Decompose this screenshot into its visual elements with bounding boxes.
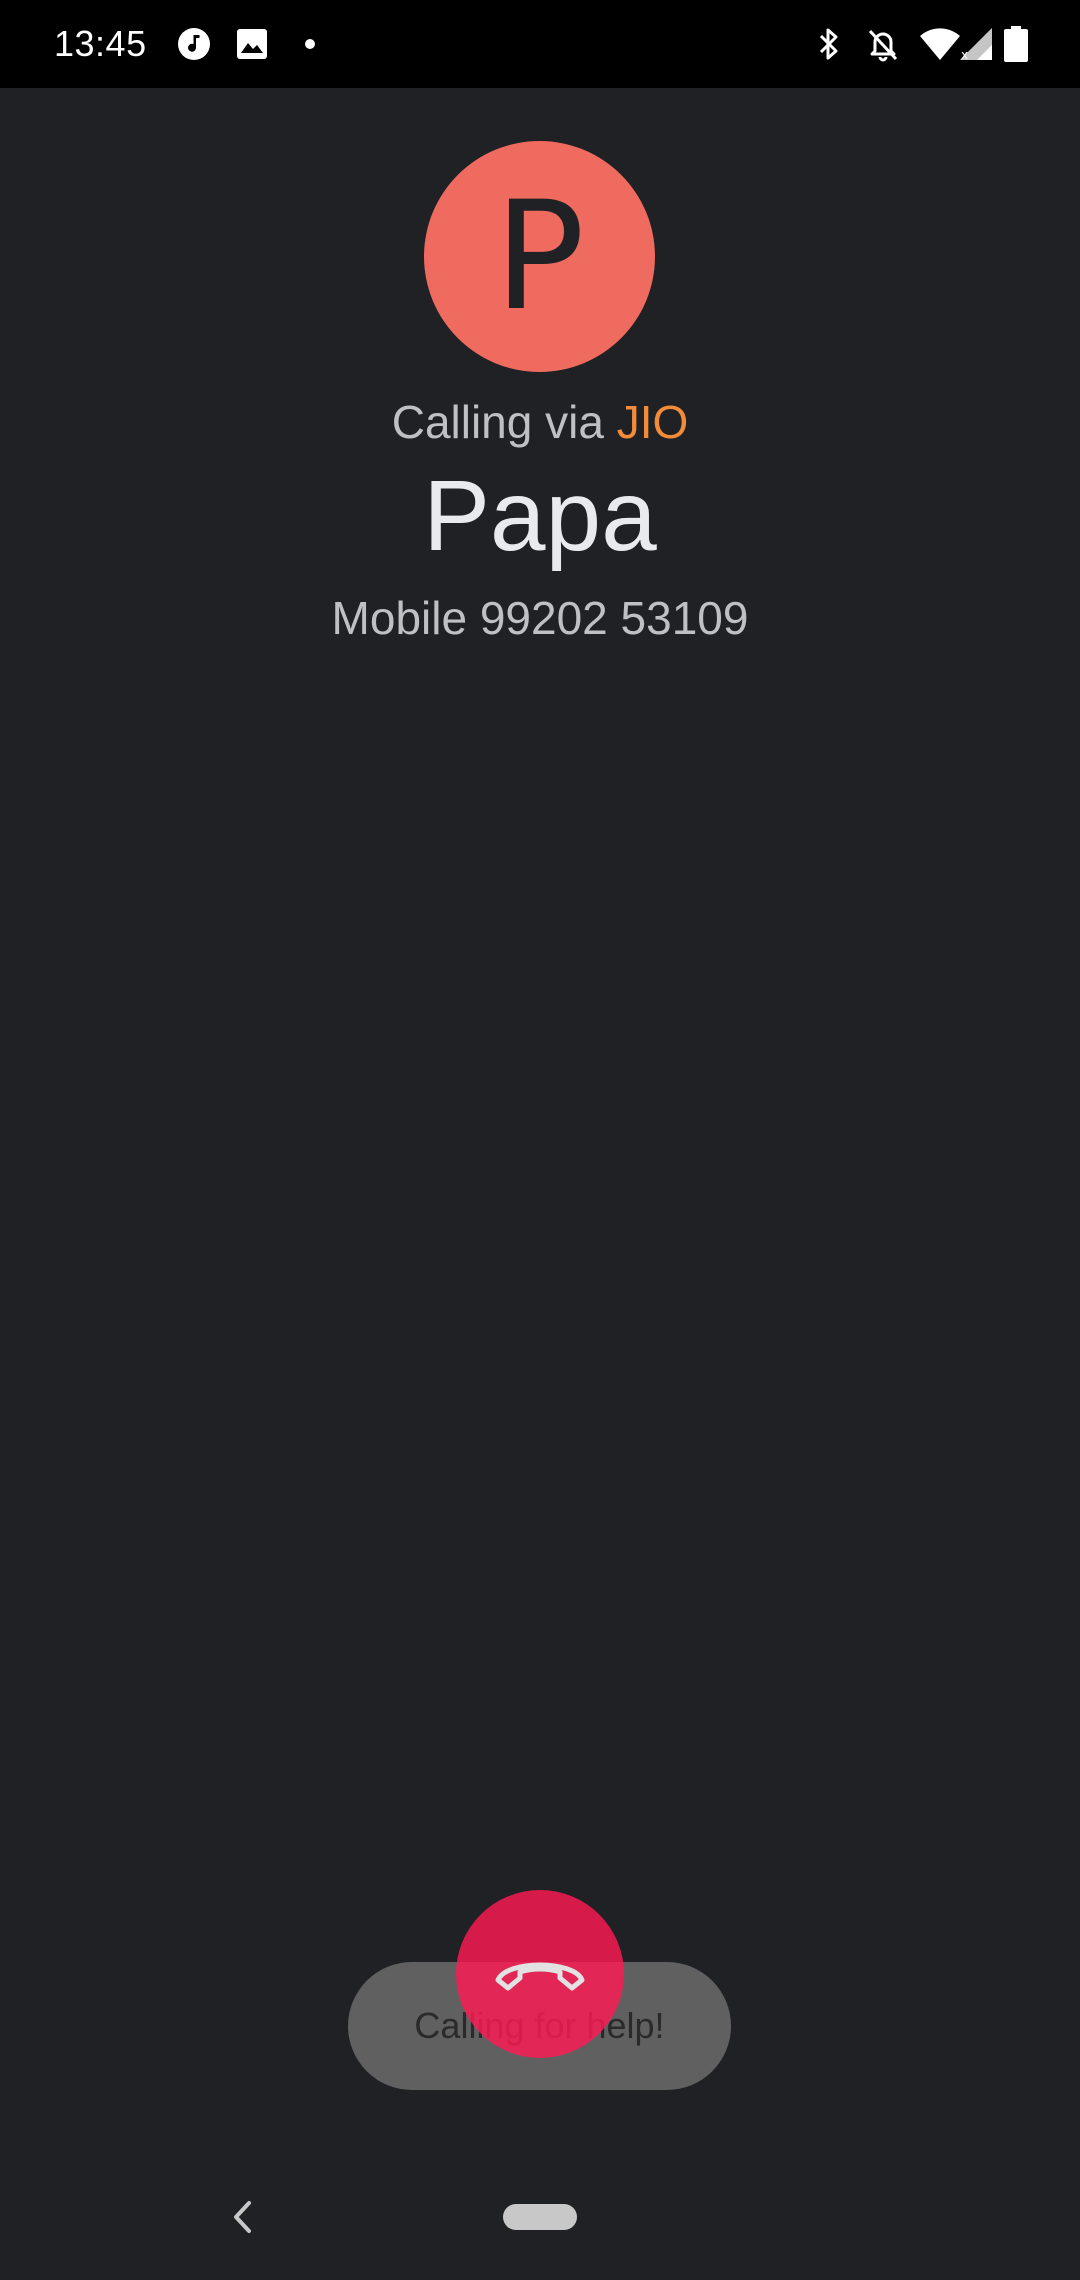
svg-text:x: x xyxy=(961,48,968,61)
back-chevron-icon[interactable] xyxy=(222,2194,262,2240)
status-bar: 13:45 x xyxy=(0,0,1080,88)
calling-via-prefix: Calling via xyxy=(391,396,617,448)
end-call-icon xyxy=(492,1952,588,1997)
wifi-icon xyxy=(918,24,962,64)
contact-name: Papa xyxy=(423,460,657,572)
contact-number: Mobile 99202 53109 xyxy=(331,592,749,644)
notifications-off-icon xyxy=(864,24,902,64)
contact-avatar: P xyxy=(424,141,655,372)
cell-signal-icon: x xyxy=(958,24,994,64)
call-screen: 13:45 x P Calling via JIO Papa Mobile 99… xyxy=(0,0,1080,2280)
home-pill-icon[interactable] xyxy=(503,2204,577,2230)
notification-dot-icon xyxy=(300,24,320,64)
bluetooth-icon xyxy=(812,24,846,64)
calling-via-label: Calling via JIO xyxy=(0,392,1080,452)
battery-icon xyxy=(1000,24,1032,64)
image-icon xyxy=(234,24,270,64)
carrier-name: JIO xyxy=(616,396,689,448)
status-time: 13:45 xyxy=(54,23,147,64)
music-note-icon xyxy=(176,24,212,64)
end-call-button[interactable] xyxy=(456,1890,624,2058)
